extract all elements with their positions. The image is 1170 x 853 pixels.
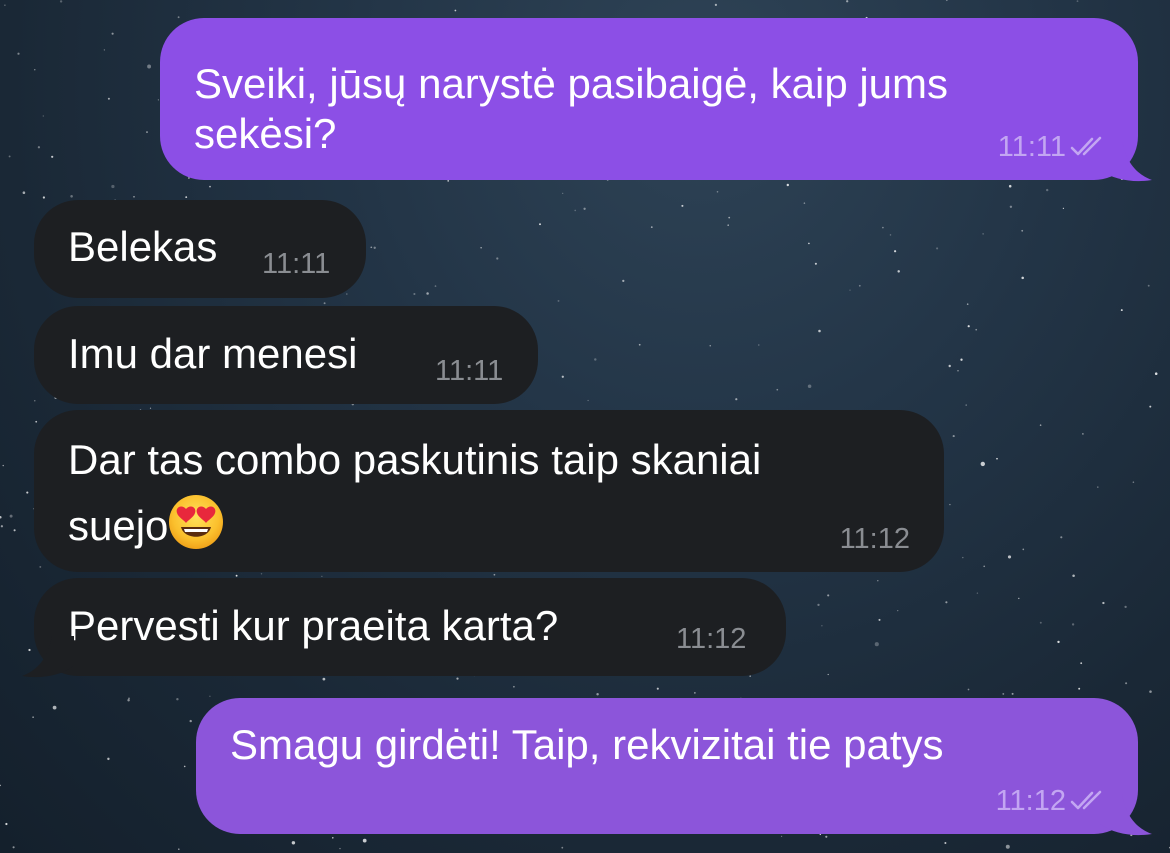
message-time: 11:12	[839, 523, 910, 555]
bubble-tail	[22, 636, 74, 678]
incoming-message-bubble[interactable]: Pervesti kur praeita karta? 11:12	[34, 578, 786, 676]
bubble-tail	[1100, 140, 1152, 182]
outgoing-message-bubble[interactable]: Sveiki, jūsų narystė pasibaigė, kaip jum…	[160, 18, 1138, 180]
message-meta: 11:11	[998, 130, 1110, 164]
message-time: 11:11	[435, 355, 504, 387]
message-time: 11:12	[995, 785, 1066, 817]
incoming-message-bubble[interactable]: Imu dar menesi 11:11	[34, 306, 538, 404]
message-time: 11:11	[997, 131, 1066, 163]
message-text-line: suejo	[68, 502, 169, 549]
chat-message-list[interactable]: Sveiki, jūsų narystė pasibaigė, kaip jum…	[0, 0, 1170, 853]
message-time: 11:12	[676, 623, 747, 655]
message-text: Pervesti kur praeita karta?	[68, 602, 559, 649]
message-meta: 11:12	[996, 784, 1110, 818]
message-text-line: Dar tas combo paskutinis taip skaniai	[68, 436, 762, 483]
smiling-face-with-heart-eyes-icon	[169, 495, 224, 549]
message-text-line: sekėsi?	[194, 110, 337, 157]
message-text: Belekas	[68, 223, 218, 270]
incoming-message-bubble[interactable]: Belekas 11:11	[34, 200, 366, 298]
message-text: Smagu girdėti! Taip, rekvizitai tie paty…	[230, 721, 944, 768]
message-text-line-with-emoji: suejo	[68, 494, 224, 556]
bubble-tail	[1100, 794, 1152, 836]
message-text: Imu dar menesi	[68, 330, 358, 377]
message-time: 11:11	[262, 248, 331, 280]
incoming-message-bubble[interactable]: Dar tas combo paskutinis taip skaniai su…	[34, 410, 944, 572]
outgoing-message-bubble[interactable]: Smagu girdėti! Taip, rekvizitai tie paty…	[196, 698, 1138, 834]
